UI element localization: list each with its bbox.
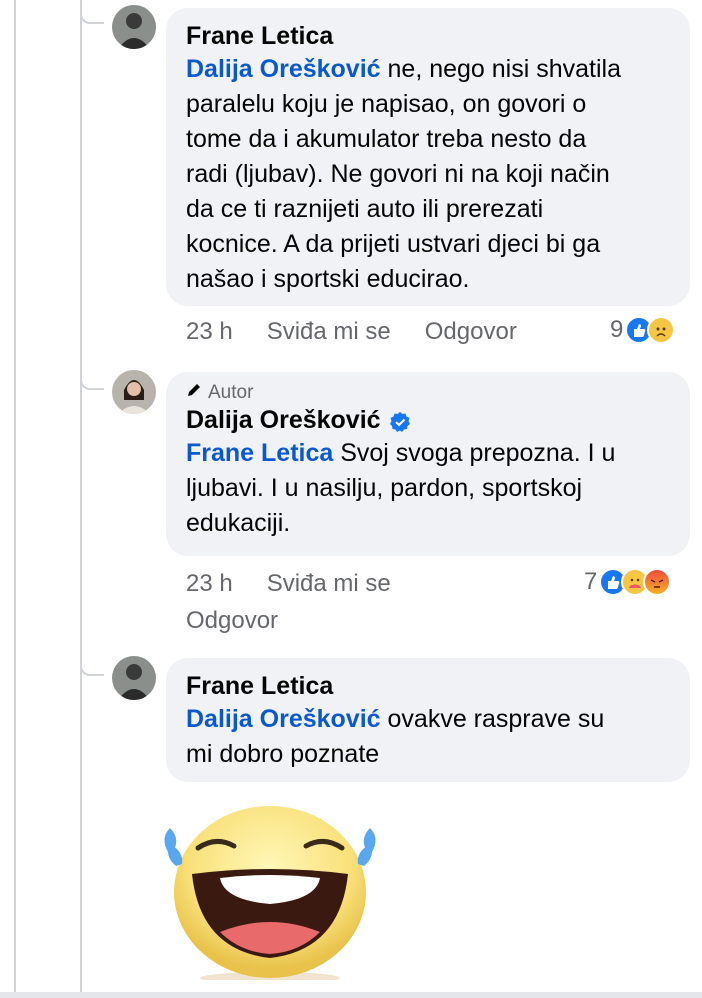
reply-button[interactable]: Odgovor <box>186 607 278 635</box>
reaction-summary[interactable]: 7 <box>584 568 672 596</box>
comment-actions: 23 h Sviđa mi se Odgovor <box>186 318 517 346</box>
comment-author[interactable]: Frane Letica <box>186 20 670 52</box>
thread-line-inner <box>80 0 82 992</box>
angry-reaction-icon <box>643 568 672 596</box>
laughing-tears-emoji[interactable] <box>160 800 380 984</box>
bottom-divider <box>0 992 702 998</box>
comment-text: Dalija Orešković ovakve rasprave su mi d… <box>186 705 605 768</box>
comment-time[interactable]: 23 h <box>186 318 233 346</box>
pencil-icon <box>186 382 202 404</box>
mention-link[interactable]: Frane Letica <box>186 439 333 467</box>
reaction-count: 9 <box>610 316 624 343</box>
comment-bubble: Frane Letica Dalija Orešković ovakve ras… <box>166 658 690 782</box>
thread-line-outer <box>14 0 16 992</box>
avatar[interactable] <box>112 656 156 700</box>
like-button[interactable]: Sviđa mi se <box>267 570 391 598</box>
mention-link[interactable]: Dalija Orešković <box>186 705 381 733</box>
comment-text: Frane Letica Svoj svoga prepozna. I u lj… <box>186 439 616 537</box>
author-badge-label: Autor <box>208 382 254 403</box>
thread-connector <box>80 664 104 676</box>
comment-actions-wrap: Odgovor <box>186 607 278 635</box>
comment-bubble: Autor Dalija Orešković Frane Letica Svoj… <box>166 372 690 556</box>
avatar[interactable] <box>112 370 156 414</box>
comment-author[interactable]: Frane Letica <box>186 670 670 702</box>
reaction-summary[interactable]: 9 <box>610 316 676 344</box>
verified-badge-icon <box>389 409 411 432</box>
author-badge: Autor <box>186 382 670 404</box>
avatar[interactable] <box>112 5 156 49</box>
mention-link[interactable]: Dalija Orešković <box>186 55 381 83</box>
like-button[interactable]: Sviđa mi se <box>267 318 391 346</box>
comment-author[interactable]: Dalija Orešković <box>186 404 670 436</box>
comment-text: Dalija Orešković ne, nego nisi shvatila … <box>186 55 621 293</box>
comment-time[interactable]: 23 h <box>186 570 233 598</box>
thread-connector <box>80 378 104 390</box>
reply-button[interactable]: Odgovor <box>425 318 517 346</box>
sad-reaction-icon <box>647 316 676 344</box>
reaction-count: 7 <box>584 568 598 595</box>
comment-actions: 23 h Sviđa mi se <box>186 570 391 598</box>
comment-bubble: Frane Letica Dalija Orešković ne, nego n… <box>166 8 690 306</box>
thread-connector <box>80 12 104 24</box>
